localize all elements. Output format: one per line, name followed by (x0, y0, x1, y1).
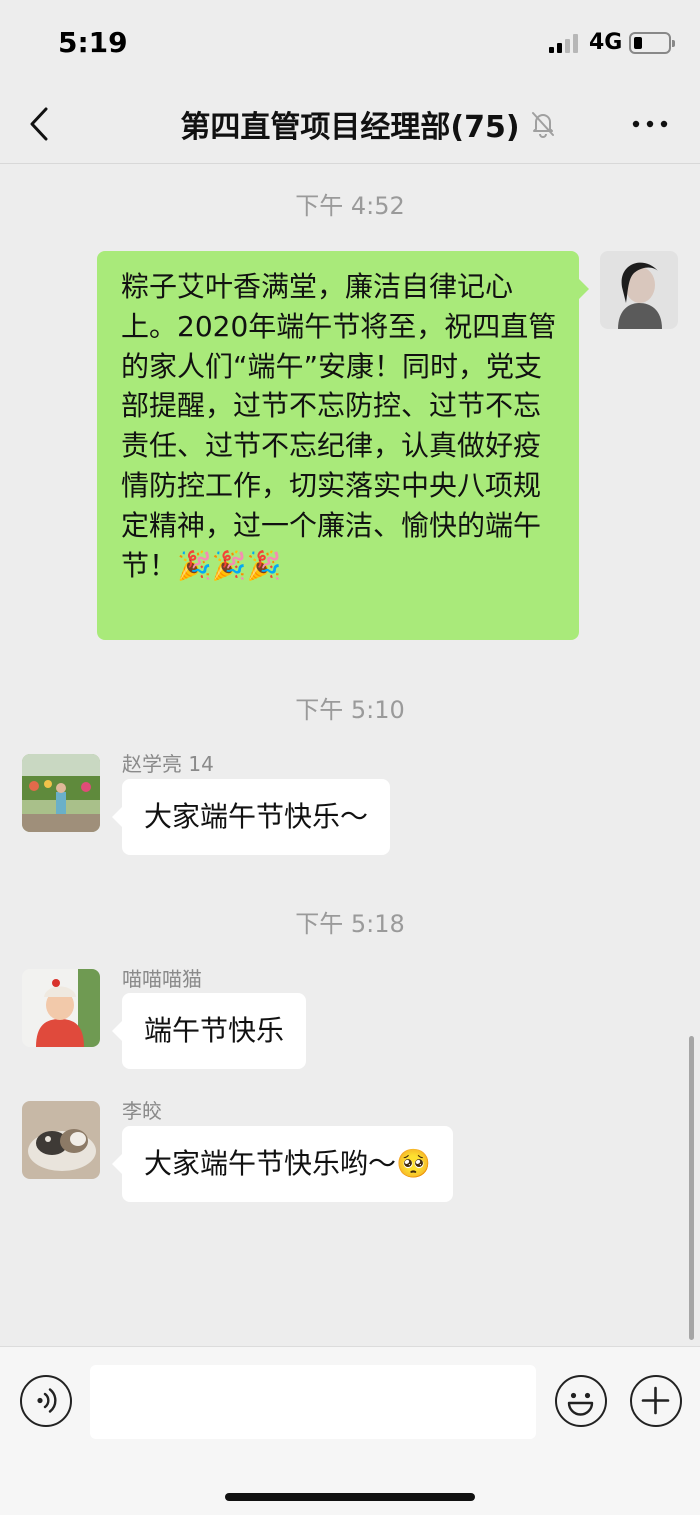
sender-avatar[interactable] (22, 1101, 100, 1179)
chat-title: 第四直管项目经理部(75) (180, 110, 520, 145)
pleading-face-emoji: 🥺 (396, 1147, 431, 1180)
more-functions-button[interactable] (630, 1375, 682, 1427)
chat-header: 第四直管项目经理部(75) (0, 86, 700, 164)
status-time: 5:19 (58, 26, 128, 59)
message-text: 端午节快乐 (144, 1014, 285, 1047)
message-input[interactable] (90, 1365, 536, 1439)
status-bar: 5:19 4G (0, 0, 700, 86)
plus-icon (641, 1386, 670, 1415)
incoming-message-bubble[interactable]: 大家端午节快乐哟～🥺 (112, 1126, 453, 1202)
outgoing-message-text: 粽子艾叶香满堂，廉洁自律记心上。2020年端午节将至，祝四直管的家人们“端午”安… (121, 270, 557, 582)
network-type: 4G (589, 30, 623, 55)
chat-scrollbar[interactable] (689, 1036, 694, 1340)
sender-avatar-image (22, 1101, 100, 1179)
voice-input-button[interactable] (20, 1375, 72, 1427)
message-timestamp: 下午 5:10 (295, 696, 405, 724)
home-indicator[interactable] (225, 1493, 475, 1501)
emoji-button[interactable] (555, 1375, 607, 1427)
message-text: 大家端午节快乐～ (144, 800, 369, 833)
signal-strength-icon (549, 33, 581, 53)
voice-icon (37, 1388, 57, 1413)
party-popper-emoji: 🎉 (211, 548, 247, 582)
message-text: 大家端午节快乐哟～ (144, 1147, 397, 1180)
smiley-icon (567, 1392, 594, 1416)
sender-name: 赵学亮 14 (122, 752, 214, 776)
message-input-bar (0, 1346, 700, 1515)
message-timestamp: 下午 5:18 (295, 910, 405, 938)
sender-name: 喵喵喵猫 (122, 967, 202, 991)
more-options-button[interactable] (630, 106, 670, 142)
party-popper-emoji: 🎉 (246, 548, 282, 582)
sender-avatar[interactable] (22, 969, 100, 1047)
sender-name: 李皎 (122, 1099, 162, 1123)
battery-icon (629, 32, 675, 54)
sender-avatar-image (22, 969, 100, 1047)
sender-avatar[interactable] (22, 754, 100, 832)
incoming-message-bubble[interactable]: 大家端午节快乐～ (111, 779, 391, 855)
sender-avatar-image (22, 754, 100, 832)
user-avatar-image (600, 251, 678, 329)
more-dots-icon (632, 120, 668, 128)
my-avatar[interactable] (600, 251, 678, 329)
outgoing-message-bubble[interactable]: 粽子艾叶香满堂，廉洁自律记心上。2020年端午节将至，祝四直管的家人们“端午”安… (97, 251, 589, 640)
mute-bell-icon (532, 112, 554, 138)
party-popper-emoji: 🎉 (177, 548, 212, 582)
message-timestamp: 下午 4:52 (295, 192, 405, 220)
incoming-message-bubble[interactable]: 端午节快乐 (111, 993, 307, 1069)
